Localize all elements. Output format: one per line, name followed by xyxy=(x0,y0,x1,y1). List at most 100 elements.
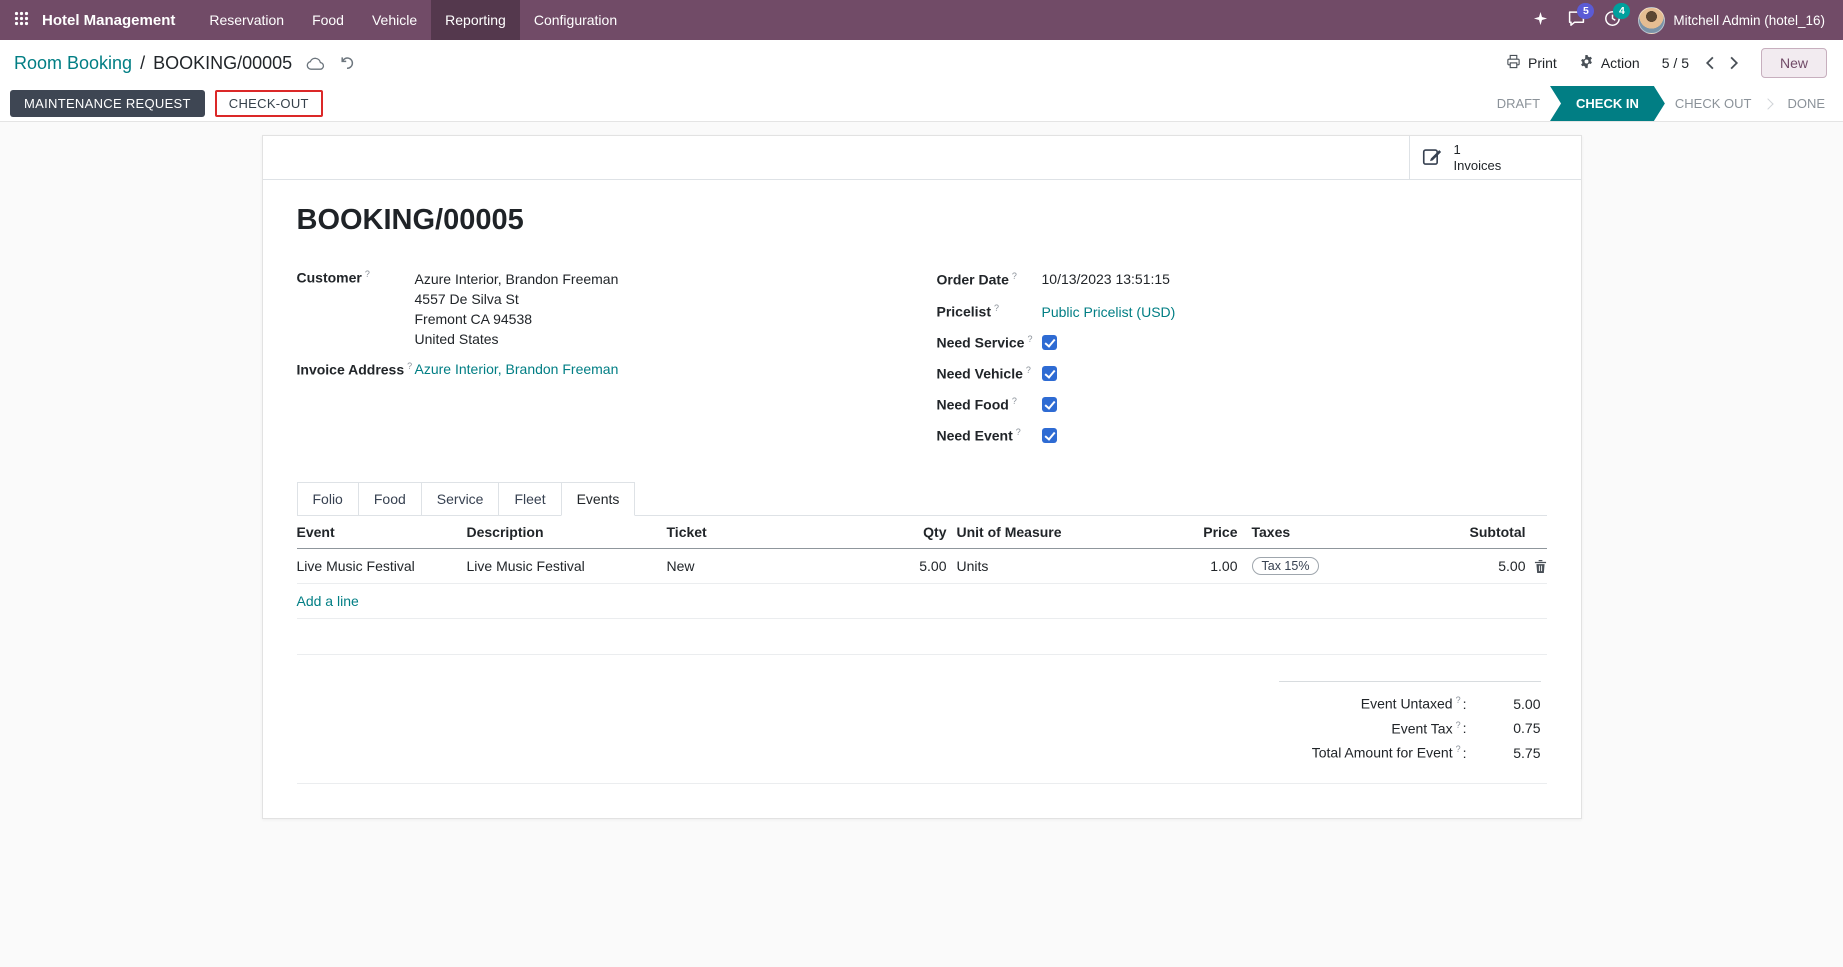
menu-item-reservation[interactable]: Reservation xyxy=(195,0,298,40)
state-check-in[interactable]: CHECK IN xyxy=(1550,86,1665,121)
add-line-row: Add a line xyxy=(297,584,1547,619)
save-cloud-icon[interactable] xyxy=(306,56,325,71)
state-check-out[interactable]: CHECK OUT xyxy=(1657,86,1770,121)
cell-taxes[interactable]: Tax 15% xyxy=(1238,557,1408,575)
pricelist-label: Pricelist xyxy=(937,303,1042,320)
event-untaxed-value: 5.00 xyxy=(1469,696,1541,712)
total-amount-value: 5.75 xyxy=(1469,745,1541,761)
need-vehicle-label: Need Vehicle xyxy=(937,365,1042,382)
cell-price[interactable]: 1.00 xyxy=(1173,558,1238,574)
order-date-value[interactable]: 10/13/2023 13:51:15 xyxy=(1042,269,1170,289)
tab-folio[interactable]: Folio xyxy=(297,482,359,515)
breadcrumb-current: BOOKING/00005 xyxy=(153,53,292,74)
need-service-label: Need Service xyxy=(937,334,1042,351)
gear-icon xyxy=(1579,54,1594,72)
star-systray-button[interactable] xyxy=(1522,0,1558,40)
sheet-bottom-rule xyxy=(297,783,1547,784)
invoice-address-label: Invoice Address xyxy=(297,361,415,378)
user-avatar xyxy=(1638,7,1665,34)
customer-label: Customer xyxy=(297,269,415,286)
activities-systray-button[interactable]: 4 xyxy=(1594,0,1630,40)
address-line: 4557 De Silva St xyxy=(415,289,937,309)
invoice-edit-icon xyxy=(1422,146,1443,170)
activities-badge: 4 xyxy=(1613,3,1630,19)
invoices-count: 1 xyxy=(1454,142,1502,157)
messages-systray-button[interactable]: 5 xyxy=(1558,0,1594,40)
star-icon xyxy=(1533,11,1548,29)
cell-subtotal[interactable]: 5.00 xyxy=(1408,558,1526,574)
menu-item-reporting[interactable]: Reporting xyxy=(431,0,520,40)
apps-menu-button[interactable] xyxy=(0,0,42,40)
print-label: Print xyxy=(1528,55,1557,71)
cell-qty[interactable]: 5.00 xyxy=(853,558,947,574)
table-header-row: Event Description Ticket Qty Unit of Mea… xyxy=(297,516,1547,549)
menu-item-food[interactable]: Food xyxy=(298,0,358,40)
button-box: 1 Invoices xyxy=(263,136,1581,180)
state-done[interactable]: DONE xyxy=(1769,86,1843,121)
fields-right-column: Order Date 10/13/2023 13:51:15 Pricelist… xyxy=(937,269,1547,458)
address-line: United States xyxy=(415,329,937,349)
cell-unit-of-measure[interactable]: Units xyxy=(947,558,1173,574)
event-totals: Event Untaxed 5.00 Event Tax 0.75 Total … xyxy=(1279,681,1541,765)
user-name: Mitchell Admin (hotel_16) xyxy=(1673,13,1825,28)
statusbar-steps: DRAFT CHECK IN CHECK OUT DONE xyxy=(1479,86,1843,121)
main-menu: Reservation Food Vehicle Reporting Confi… xyxy=(195,0,631,40)
tax-badge: Tax 15% xyxy=(1252,557,1320,575)
need-food-checkbox[interactable] xyxy=(1042,397,1057,412)
tab-food[interactable]: Food xyxy=(358,482,422,515)
top-navbar: Hotel Management Reservation Food Vehicl… xyxy=(0,0,1843,40)
notebook-tabs: Folio Food Service Fleet Events xyxy=(297,482,1547,516)
printer-icon xyxy=(1506,54,1521,72)
invoices-stat-button[interactable]: 1 Invoices xyxy=(1409,136,1581,179)
discard-undo-icon[interactable] xyxy=(339,55,355,71)
breadcrumb-separator: / xyxy=(140,53,145,74)
action-button[interactable]: Action xyxy=(1579,54,1640,72)
maintenance-request-button[interactable]: MAINTENANCE REQUEST xyxy=(10,90,205,117)
invoice-address-link[interactable]: Azure Interior, Brandon Freeman xyxy=(415,361,619,377)
pricelist-row: Pricelist Public Pricelist (USD) xyxy=(937,303,1547,320)
col-event: Event xyxy=(297,524,467,540)
total-amount-row: Total Amount for Event 5.75 xyxy=(1279,740,1541,765)
col-unit-of-measure: Unit of Measure xyxy=(947,524,1173,540)
pager: 5 / 5 xyxy=(1662,55,1739,71)
need-event-label: Need Event xyxy=(937,427,1042,444)
form-content: 1 Invoices BOOKING/00005 Customer Azure … xyxy=(0,122,1843,819)
need-event-checkbox[interactable] xyxy=(1042,428,1057,443)
invoices-label: Invoices xyxy=(1454,158,1502,173)
new-button[interactable]: New xyxy=(1761,48,1827,78)
colon xyxy=(1461,720,1469,736)
customer-address: 4557 De Silva St Fremont CA 94538 United… xyxy=(415,289,937,349)
fields-left-column: Customer Azure Interior, Brandon Freeman… xyxy=(297,269,937,458)
pager-previous-button[interactable] xyxy=(1705,56,1714,70)
menu-item-vehicle[interactable]: Vehicle xyxy=(358,0,431,40)
event-untaxed-row: Event Untaxed 5.00 xyxy=(1279,691,1541,716)
tab-events[interactable]: Events xyxy=(561,482,636,516)
pricelist-link[interactable]: Public Pricelist (USD) xyxy=(1042,304,1176,320)
cell-ticket[interactable]: New xyxy=(667,558,853,574)
user-menu-button[interactable]: Mitchell Admin (hotel_16) xyxy=(1630,7,1833,34)
app-title[interactable]: Hotel Management xyxy=(42,0,195,40)
print-button[interactable]: Print xyxy=(1506,54,1557,72)
col-description: Description xyxy=(467,524,667,540)
cell-event[interactable]: Live Music Festival xyxy=(297,558,467,574)
field-grid: Customer Azure Interior, Brandon Freeman… xyxy=(297,269,1547,458)
event-untaxed-label: Event Untaxed xyxy=(1361,695,1461,712)
breadcrumb-parent-link[interactable]: Room Booking xyxy=(14,53,132,74)
check-out-button[interactable]: CHECK-OUT xyxy=(215,90,323,117)
state-draft[interactable]: DRAFT xyxy=(1479,86,1558,121)
customer-value[interactable]: Azure Interior, Brandon Freeman xyxy=(415,269,619,289)
record-title: BOOKING/00005 xyxy=(297,204,1547,237)
tab-fleet[interactable]: Fleet xyxy=(498,482,561,515)
tab-service[interactable]: Service xyxy=(421,482,500,515)
need-vehicle-row: Need Vehicle xyxy=(937,365,1547,382)
total-amount-label: Total Amount for Event xyxy=(1312,744,1461,761)
menu-item-configuration[interactable]: Configuration xyxy=(520,0,631,40)
empty-row[interactable] xyxy=(297,619,1547,655)
need-vehicle-checkbox[interactable] xyxy=(1042,366,1057,381)
pager-next-button[interactable] xyxy=(1730,56,1739,70)
need-service-checkbox[interactable] xyxy=(1042,335,1057,350)
delete-row-icon[interactable] xyxy=(1526,559,1547,574)
add-a-line-link[interactable]: Add a line xyxy=(297,593,1547,609)
colon xyxy=(1461,696,1469,712)
cell-description[interactable]: Live Music Festival xyxy=(467,558,667,574)
